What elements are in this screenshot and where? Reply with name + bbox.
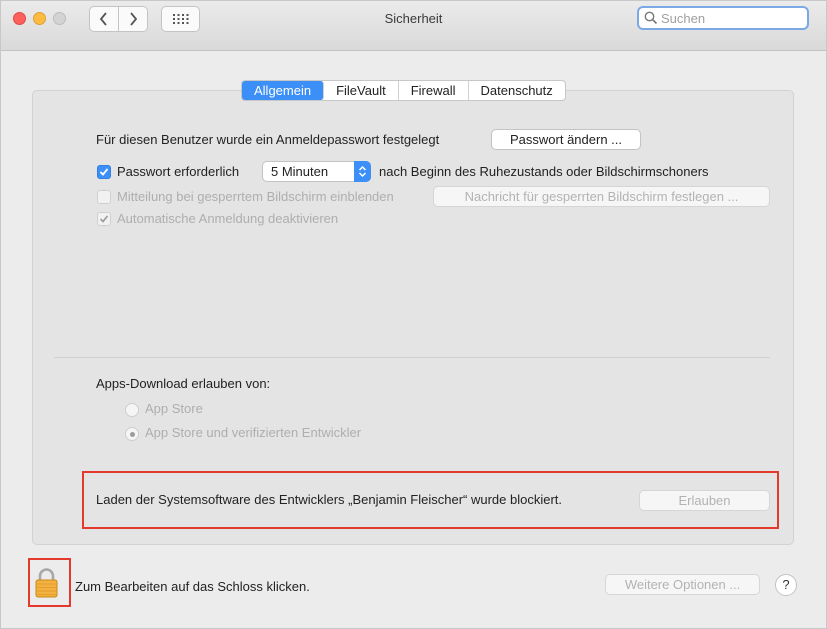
radio-selected-dot: [130, 432, 135, 437]
show-message-checkbox[interactable]: [97, 190, 111, 204]
preferences-window: Sicherheit Allgemein FileVault Firewall …: [0, 0, 827, 629]
select-arrow: [354, 161, 371, 182]
radio-app-store-label: App Store: [145, 401, 203, 416]
title-bar: Sicherheit: [1, 1, 826, 51]
radio-app-store[interactable]: [125, 403, 139, 417]
tab-filevault[interactable]: FileVault: [324, 81, 399, 100]
section-divider: [54, 357, 770, 358]
search-icon: [644, 11, 658, 25]
more-options-button[interactable]: Weitere Optionen ...: [605, 574, 760, 595]
password-delay-select[interactable]: 5 Minuten: [262, 161, 371, 182]
password-delay-value: 5 Minuten: [271, 164, 329, 179]
require-password-label: Passwort erforderlich: [117, 164, 240, 179]
after-sleep-text: nach Beginn des Ruhezustands oder Bildsc…: [379, 164, 709, 179]
tab-allgemein[interactable]: Allgemein: [242, 81, 325, 100]
chevron-updown-icon: [358, 165, 367, 178]
tab-firewall[interactable]: Firewall: [399, 81, 469, 100]
tab-bar: Allgemein FileVault Firewall Datenschutz: [241, 80, 566, 101]
help-button[interactable]: ?: [775, 574, 797, 596]
set-lock-message-button[interactable]: Nachricht für gesperrten Bildschirm fest…: [433, 186, 770, 207]
password-set-text: Für diesen Benutzer wurde ein Anmeldepas…: [96, 132, 440, 147]
change-password-button[interactable]: Passwort ändern ...: [491, 129, 641, 150]
lock-hint-text: Zum Bearbeiten auf das Schloss klicken.: [75, 579, 310, 594]
blocked-software-message: Laden der Systemsoftware des Entwicklers…: [96, 492, 563, 507]
checkmark-icon: [99, 168, 109, 176]
radio-app-store-identified-label: App Store und verifizierten Entwickler: [145, 425, 362, 440]
disable-autologin-label: Automatische Anmeldung deaktivieren: [117, 211, 339, 226]
radio-app-store-identified[interactable]: [125, 427, 139, 441]
downloads-heading: Apps-Download erlauben von:: [96, 376, 271, 391]
search-input[interactable]: [661, 9, 801, 27]
lock-icon[interactable]: [35, 567, 58, 599]
require-password-checkbox[interactable]: [97, 165, 111, 179]
allow-button[interactable]: Erlauben: [639, 490, 770, 511]
tab-datenschutz[interactable]: Datenschutz: [469, 81, 565, 100]
disable-autologin-checkbox[interactable]: [97, 212, 111, 226]
checkmark-icon: [99, 215, 109, 223]
search-field[interactable]: [637, 6, 809, 30]
show-message-label: Mitteilung bei gesperrtem Bildschirm ein…: [117, 189, 394, 204]
